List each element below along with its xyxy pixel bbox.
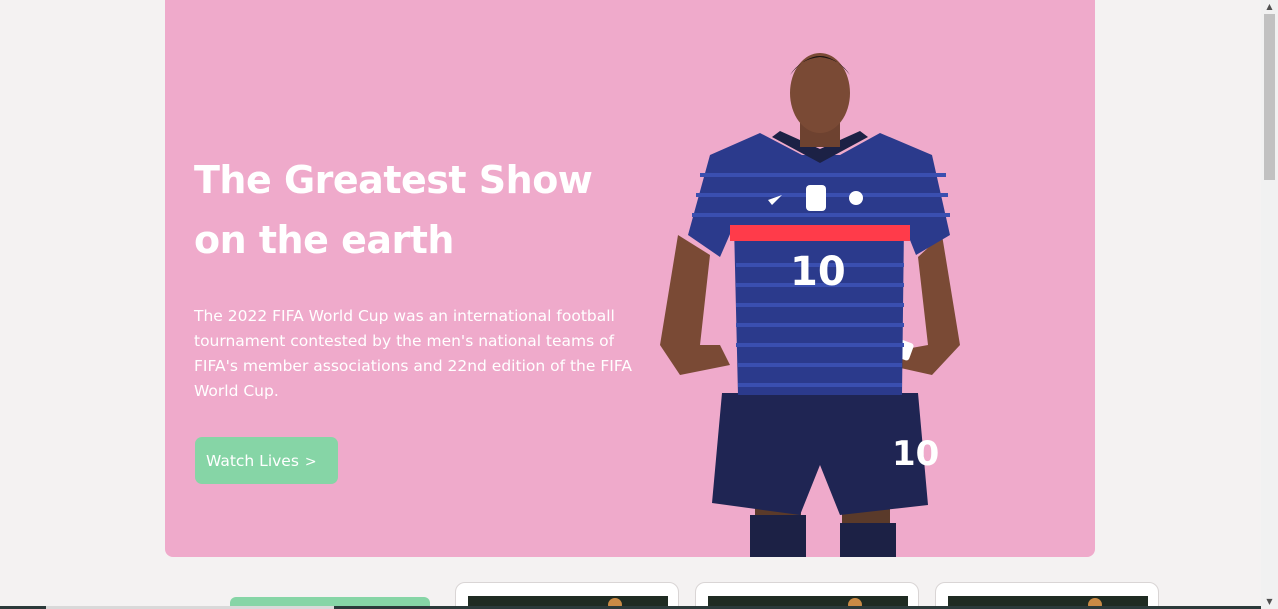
page: The Greatest Show on the earth The 2022 … [0, 0, 1278, 609]
watch-lives-button[interactable]: Watch Lives > [195, 437, 338, 484]
hero-title-line-1: The Greatest Show [194, 158, 593, 202]
scrollbar-thumb[interactable] [1264, 14, 1275, 180]
news-card[interactable] [695, 582, 919, 609]
chevron-right-icon: > [304, 453, 317, 470]
hero-title-line-2: on the earth [194, 218, 454, 262]
svg-text:10: 10 [790, 249, 846, 295]
scroll-up-arrow-icon[interactable]: ▲ [1261, 0, 1278, 14]
hero-title: The Greatest Show on the earth [194, 150, 614, 270]
hero-description: The 2022 FIFA World Cup was an internati… [194, 307, 632, 400]
watch-lives-label: Watch Lives [206, 451, 299, 470]
player-image: 10 10 [660, 53, 960, 557]
vertical-scrollbar[interactable]: ▲ ▼ [1261, 0, 1278, 609]
news-card[interactable] [935, 582, 1159, 609]
scroll-down-arrow-icon[interactable]: ▼ [1261, 595, 1278, 609]
news-card[interactable] [455, 582, 679, 609]
svg-text:10: 10 [892, 434, 939, 474]
hero-banner: The Greatest Show on the earth The 2022 … [165, 0, 1095, 557]
